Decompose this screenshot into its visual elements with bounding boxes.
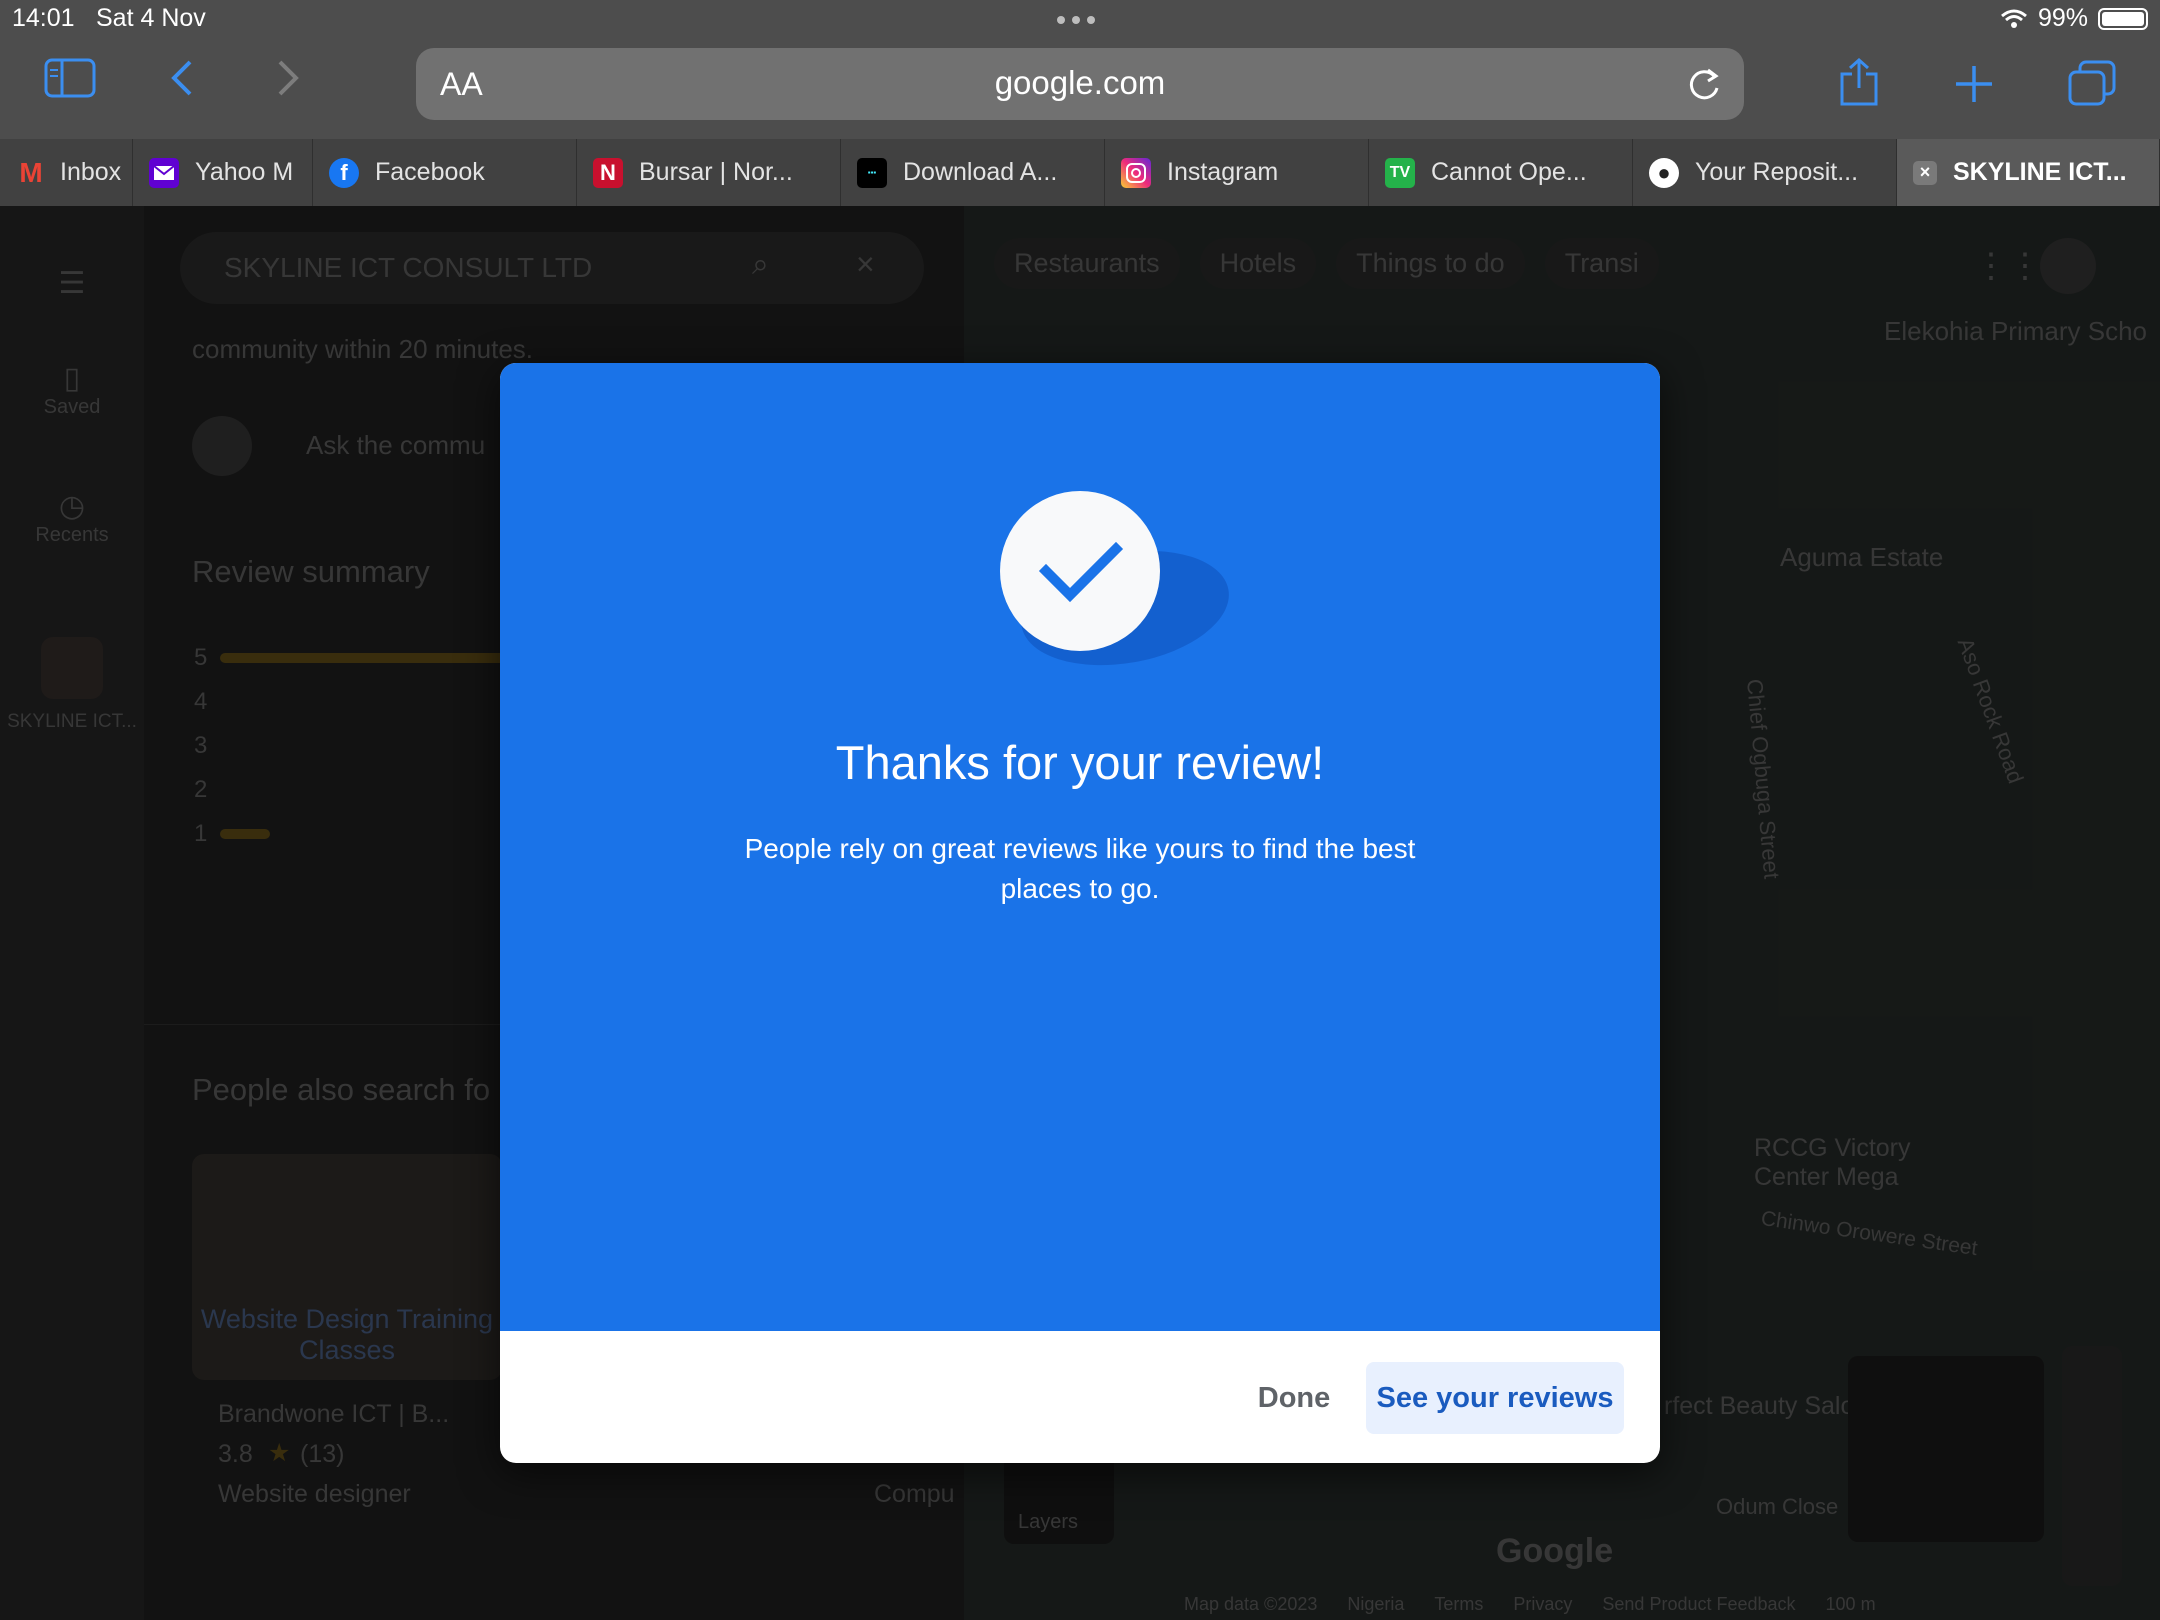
wifi-icon — [2001, 9, 2027, 28]
new-tab-icon[interactable] — [1954, 64, 1994, 104]
check-icon — [1038, 541, 1124, 603]
status-date: Sat 4 Nov — [96, 4, 206, 32]
n-logo-icon: N — [593, 157, 623, 188]
tab-label: Instagram — [1167, 158, 1279, 186]
battery-icon — [2098, 8, 2148, 30]
tab-label: Yahoo M — [195, 158, 294, 186]
sidebar-icon[interactable] — [44, 58, 96, 98]
github-icon: ● — [1649, 157, 1679, 188]
done-button[interactable]: Done — [1230, 1362, 1358, 1434]
address-bar[interactable]: AA google.com — [416, 48, 1744, 120]
reload-icon[interactable] — [1686, 64, 1722, 104]
browser-toolbar: 14:01 Sat 4 Nov 99% AA google.com — [0, 0, 2160, 139]
dialog-hero: Thanks for your review! People rely on g… — [500, 363, 1660, 1331]
facebook-icon: f — [329, 157, 359, 188]
tab-bursar[interactable]: N Bursar | Nor... — [577, 139, 841, 206]
tab-inbox[interactable]: M Inbox — [0, 139, 133, 206]
tab-label: Download A... — [903, 158, 1058, 186]
tab-label: Cannot Ope... — [1431, 158, 1587, 186]
close-tab-icon[interactable]: × — [1913, 160, 1937, 185]
gmail-icon: M — [19, 156, 43, 188]
back-icon[interactable] — [170, 58, 194, 98]
forward-icon[interactable] — [276, 58, 300, 98]
tab-bar: M Inbox Yahoo M f Facebook N Bursar | No… — [0, 139, 2160, 206]
tab-overview-icon[interactable] — [2068, 60, 2116, 106]
yahoo-mail-icon — [149, 157, 179, 188]
tab-label: Bursar | Nor... — [639, 158, 793, 186]
tab-instagram[interactable]: Instagram — [1105, 139, 1369, 206]
status-time: 14:01 — [12, 4, 75, 32]
check-badge — [1000, 491, 1160, 651]
tab-cannot-open[interactable]: TV Cannot Ope... — [1369, 139, 1633, 206]
instagram-icon — [1121, 157, 1151, 188]
dialog-body: People rely on great reviews like yours … — [744, 833, 1416, 904]
see-your-reviews-button[interactable]: See your reviews — [1366, 1362, 1624, 1434]
tab-skyline-active[interactable]: × SKYLINE ICT... — [1897, 139, 2160, 206]
multitasking-dots-icon[interactable] — [1057, 16, 1095, 24]
tab-label: Facebook — [375, 158, 485, 186]
dialog-title: Thanks for your review! — [835, 736, 1325, 789]
share-icon[interactable] — [1838, 58, 1880, 106]
tv-icon: TV — [1385, 157, 1415, 188]
review-thanks-dialog: Thanks for your review! People rely on g… — [500, 363, 1660, 1463]
tab-github[interactable]: ● Your Reposit... — [1633, 139, 1897, 206]
tab-label: SKYLINE ICT... — [1953, 158, 2127, 186]
tab-download[interactable]: ▪▪▪ Download A... — [841, 139, 1105, 206]
url-text[interactable]: google.com — [416, 64, 1744, 102]
download-site-icon: ▪▪▪ — [857, 157, 887, 188]
tab-yahoo-mail[interactable]: Yahoo M — [133, 139, 313, 206]
battery-percent: 99% — [2038, 4, 2089, 32]
tab-label: Inbox — [60, 158, 122, 186]
tab-label: Your Reposit... — [1695, 158, 1859, 186]
tab-facebook[interactable]: f Facebook — [313, 139, 577, 206]
